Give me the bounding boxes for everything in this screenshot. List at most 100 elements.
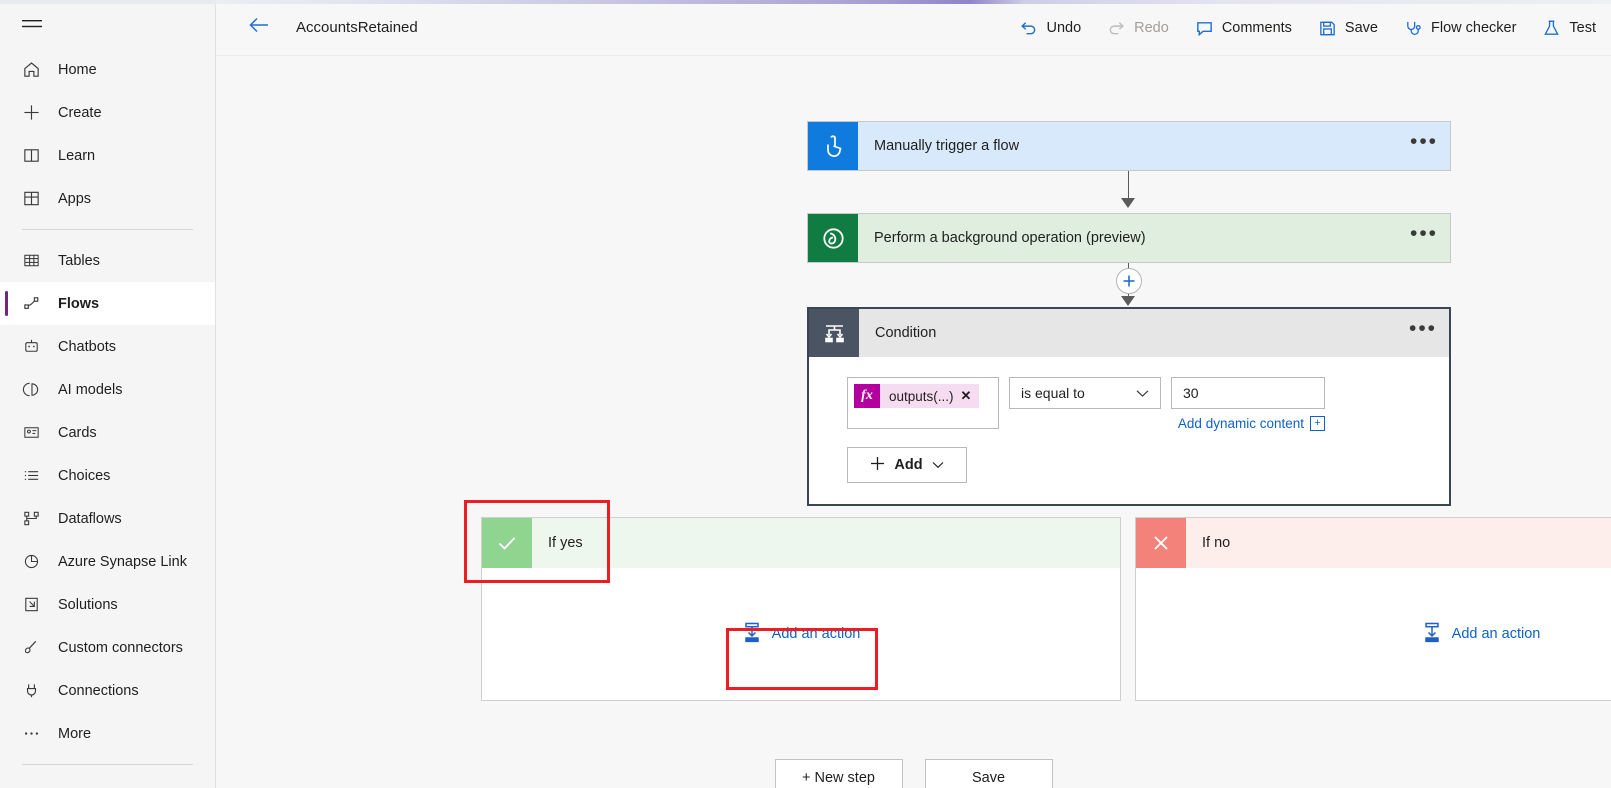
- branch-if-no-body: Add an action: [1136, 568, 1611, 700]
- sidebar-item-flows[interactable]: Flows: [0, 282, 215, 325]
- card-icon: [22, 423, 44, 442]
- sidebar-item-dataflows[interactable]: Dataflows: [0, 497, 215, 540]
- add-condition-button[interactable]: Add: [847, 447, 967, 483]
- comment-icon: [1195, 19, 1214, 37]
- add-condition-label: Add: [894, 457, 923, 473]
- condition-body: fx outputs(...) ✕ is equal to 30 Add dyn…: [809, 357, 1449, 483]
- flow-icon: [22, 294, 44, 313]
- sidebar-item-label: Learn: [58, 147, 96, 164]
- sidebar-item-create[interactable]: Create: [0, 91, 215, 134]
- condition-operand-field[interactable]: fx outputs(...) ✕: [847, 377, 999, 429]
- condition-value-text: 30: [1183, 385, 1199, 401]
- sidebar-item-home[interactable]: Home: [0, 48, 215, 91]
- save-icon: [1318, 19, 1337, 37]
- save-button[interactable]: Save: [1307, 8, 1389, 48]
- back-arrow-icon: [248, 16, 270, 39]
- condition-overflow-menu[interactable]: •••: [1397, 309, 1449, 357]
- sidebar-item-connections[interactable]: Connections: [0, 669, 215, 712]
- sidebar-item-label: Chatbots: [58, 338, 117, 355]
- sidebar-item-label: Dataflows: [58, 510, 122, 527]
- app-shell: Home Create Learn Apps Tables Flows Chat…: [0, 0, 1611, 788]
- condition-header: Condition •••: [809, 309, 1449, 357]
- connector-line-1: [1128, 171, 1129, 201]
- plus-icon: [22, 103, 44, 122]
- redo-icon: [1107, 19, 1126, 37]
- add-dynamic-content-row: Add dynamic content +: [1171, 416, 1325, 431]
- dataverse-icon: [808, 214, 858, 262]
- sidebar-item-label: Cards: [58, 424, 97, 441]
- condition-operator-value: is equal to: [1021, 385, 1085, 401]
- condition-value-input[interactable]: 30: [1171, 377, 1325, 409]
- flow-step-background-operation[interactable]: Perform a background operation (preview)…: [807, 213, 1451, 263]
- page-title: AccountsRetained: [296, 19, 418, 36]
- main-area: AccountsRetained Undo Redo Comments Save…: [216, 0, 1611, 788]
- condition-branch-icon: [809, 309, 859, 357]
- flow-step-trigger[interactable]: Manually trigger a flow •••: [807, 121, 1451, 171]
- branch-if-no: If no Add an action: [1135, 517, 1611, 701]
- flow-checker-button[interactable]: Flow checker: [1393, 8, 1527, 48]
- sidebar-item-label: Solutions: [58, 596, 118, 613]
- connector-arrow-1: [1121, 198, 1135, 208]
- sidebar-item-label: AI models: [58, 381, 123, 398]
- add-dynamic-content-badge-icon[interactable]: +: [1310, 416, 1325, 431]
- background-operation-title: Perform a background operation (preview): [874, 230, 1146, 246]
- save-flow-button[interactable]: Save: [924, 759, 1053, 788]
- sidebar-item-more[interactable]: More: [0, 712, 215, 755]
- add-action-label: Add an action: [771, 626, 861, 642]
- sidebar-item-apps[interactable]: Apps: [0, 177, 215, 220]
- dynamic-content-token[interactable]: fx outputs(...) ✕: [854, 384, 980, 408]
- plus-icon: [870, 456, 885, 475]
- trigger-title: Manually trigger a flow: [874, 138, 1020, 154]
- comments-button[interactable]: Comments: [1184, 8, 1303, 48]
- sidebar: Home Create Learn Apps Tables Flows Chat…: [0, 0, 216, 788]
- trigger-overflow-menu[interactable]: •••: [1398, 122, 1450, 170]
- test-button[interactable]: Test: [1531, 8, 1607, 48]
- home-icon: [22, 60, 44, 79]
- connector-arrow-2: [1121, 296, 1135, 306]
- flow-step-condition[interactable]: Condition ••• fx outputs(...) ✕ is equal…: [807, 307, 1451, 506]
- undo-label: Undo: [1046, 19, 1082, 36]
- token-remove-icon[interactable]: ✕: [961, 388, 980, 404]
- add-action-icon: [1422, 622, 1442, 647]
- apps-grid-icon: [22, 189, 44, 208]
- fx-icon: fx: [854, 384, 880, 408]
- bottom-action-bar: + New step Save: [216, 759, 1611, 788]
- add-dynamic-content-link[interactable]: Add dynamic content: [1178, 416, 1304, 431]
- background-operation-overflow-menu[interactable]: •••: [1398, 214, 1450, 262]
- new-step-button[interactable]: + New step: [774, 759, 903, 788]
- sidebar-item-azure-synapse-link[interactable]: Azure Synapse Link: [0, 540, 215, 583]
- condition-title: Condition: [875, 325, 937, 341]
- sidebar-item-solutions[interactable]: Solutions: [0, 583, 215, 626]
- sidebar-item-chatbots[interactable]: Chatbots: [0, 325, 215, 368]
- chevron-down-icon: [1136, 385, 1149, 401]
- sidebar-item-custom-connectors[interactable]: Custom connectors: [0, 626, 215, 669]
- sidebar-item-choices[interactable]: Choices: [0, 454, 215, 497]
- condition-operator-select[interactable]: is equal to: [1009, 377, 1161, 409]
- add-action-button-if-yes[interactable]: Add an action: [742, 622, 861, 647]
- table-icon: [22, 251, 44, 270]
- checkmark-icon: [482, 518, 532, 568]
- chevron-down-icon: [932, 457, 944, 473]
- sidebar-divider-top: [22, 229, 193, 230]
- undo-button[interactable]: Undo: [1008, 8, 1092, 48]
- comments-label: Comments: [1221, 19, 1292, 36]
- sidebar-item-label: Custom connectors: [58, 639, 183, 656]
- loading-progress-bar: [216, 0, 1611, 4]
- chatbot-icon: [22, 337, 44, 356]
- sidebar-item-ai-models[interactable]: AI models: [0, 368, 215, 411]
- sidebar-item-tables[interactable]: Tables: [0, 239, 215, 282]
- sidebar-item-label: Tables: [58, 252, 100, 269]
- hamburger-menu-button[interactable]: [0, 4, 215, 48]
- ai-brain-icon: [22, 380, 44, 399]
- flow-checker-label: Flow checker: [1430, 19, 1517, 36]
- branch-if-yes-header: If yes: [482, 518, 1120, 568]
- add-action-button-if-no[interactable]: Add an action: [1422, 622, 1540, 647]
- branch-if-yes-body: Add an action: [482, 568, 1120, 700]
- insert-step-button[interactable]: [1116, 268, 1142, 294]
- sidebar-item-cards[interactable]: Cards: [0, 411, 215, 454]
- sidebar-item-learn[interactable]: Learn: [0, 134, 215, 177]
- back-button[interactable]: [246, 15, 272, 41]
- flow-canvas: Manually trigger a flow ••• Perform a ba…: [216, 56, 1611, 788]
- redo-button[interactable]: Redo: [1096, 8, 1180, 48]
- branch-if-yes: If yes Add an action: [481, 517, 1121, 701]
